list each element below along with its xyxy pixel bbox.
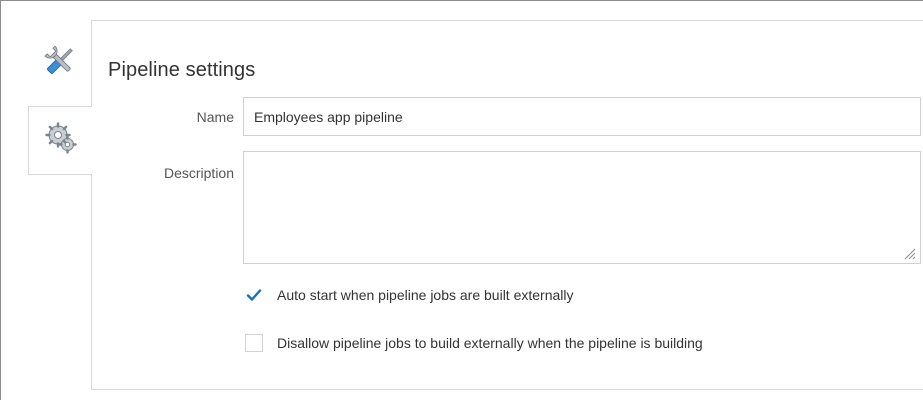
- page-title: Pipeline settings: [108, 59, 256, 81]
- disallow-checkbox[interactable]: [245, 334, 263, 352]
- resize-grip-icon[interactable]: [902, 246, 916, 260]
- pipeline-settings-dialog: Pipeline settings Name Description Auto …: [0, 0, 923, 400]
- tab-tools[interactable]: [28, 20, 92, 106]
- auto-start-checkbox[interactable]: [245, 286, 263, 304]
- tools-icon: [42, 43, 78, 84]
- name-label: Name: [196, 109, 234, 125]
- checkmark-icon: [246, 289, 262, 301]
- description-label: Description: [163, 165, 234, 181]
- settings-panel: Pipeline settings Name Description Auto …: [91, 20, 923, 390]
- auto-start-option[interactable]: Auto start when pipeline jobs are built …: [245, 286, 574, 304]
- disallow-label: Disallow pipeline jobs to build external…: [277, 335, 703, 351]
- auto-start-label: Auto start when pipeline jobs are built …: [277, 287, 574, 303]
- description-input[interactable]: [243, 151, 921, 264]
- name-input[interactable]: [243, 97, 921, 136]
- disallow-option[interactable]: Disallow pipeline jobs to build external…: [245, 334, 703, 352]
- gears-icon: [43, 120, 79, 161]
- tab-settings[interactable]: [28, 106, 92, 175]
